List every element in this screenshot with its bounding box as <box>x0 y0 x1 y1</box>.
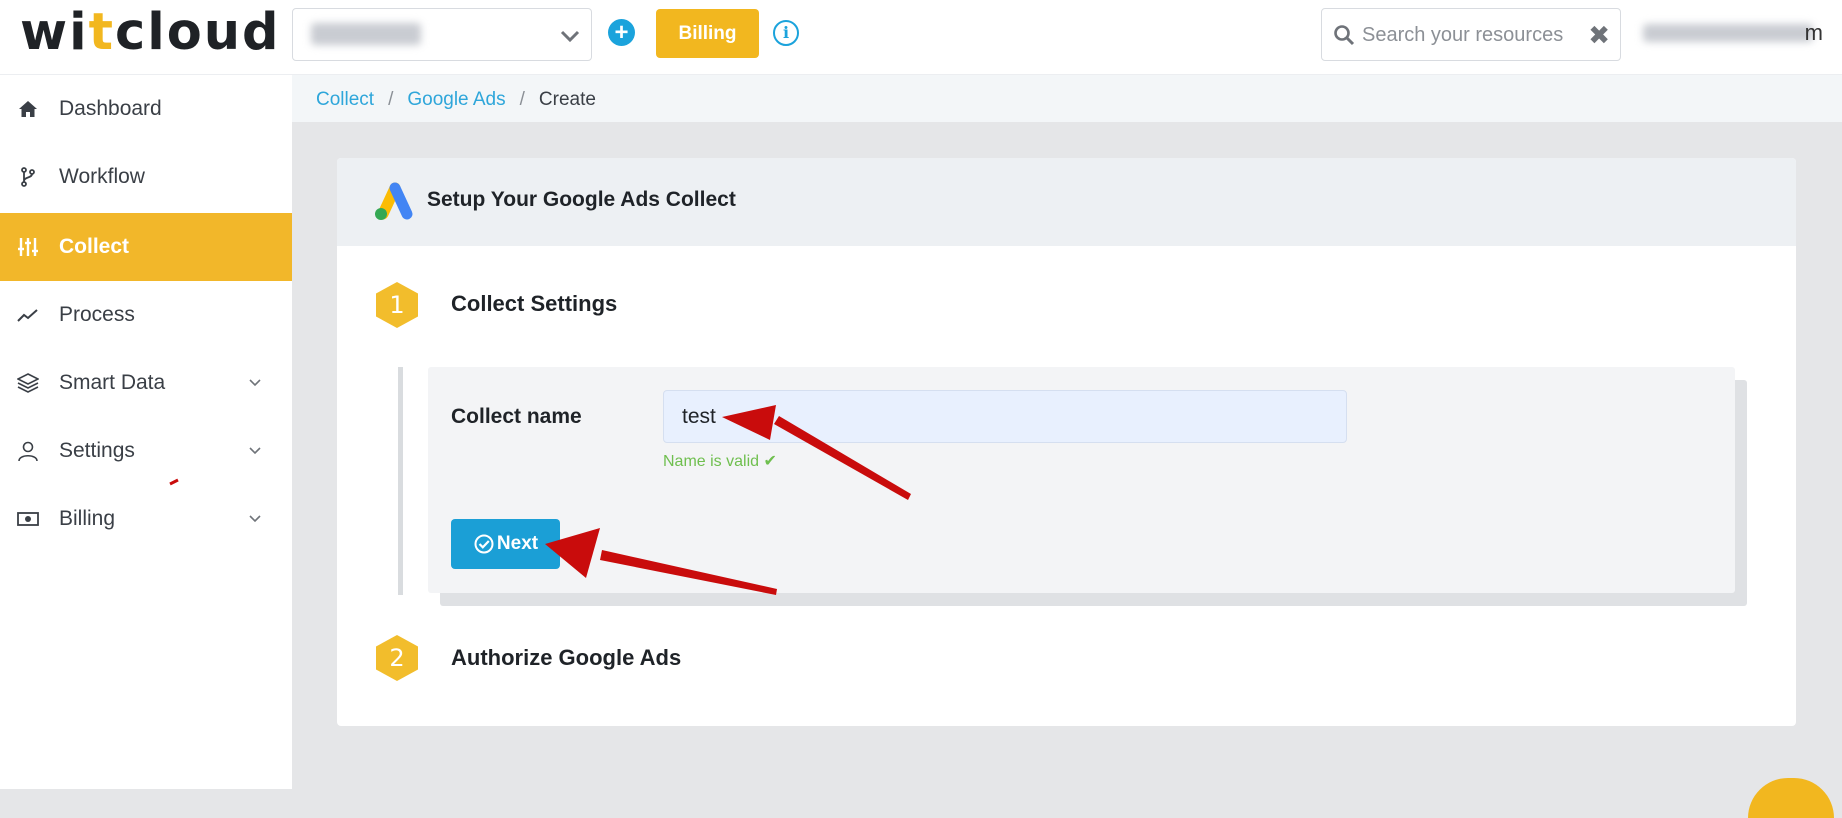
sidebar-item-process[interactable]: Process <box>0 281 292 349</box>
next-button-label: Next <box>496 533 539 554</box>
sidebar-item-collect[interactable]: Collect <box>0 213 292 281</box>
witcloud-logo[interactable]: witcloud <box>20 7 281 58</box>
check-circle-icon <box>474 534 494 554</box>
sidebar-item-label: Smart Data <box>59 371 166 394</box>
chevron-down-icon <box>249 515 261 523</box>
sidebar-item-label: Process <box>59 303 135 326</box>
top-bar: witcloud + Billing i ✖ m <box>0 0 1842 75</box>
chevron-down-icon <box>249 447 261 455</box>
billing-button[interactable]: Billing <box>656 9 759 58</box>
collect-name-label: Collect name <box>451 405 582 428</box>
corner-help-button[interactable] <box>1748 778 1834 818</box>
search-box: ✖ <box>1321 8 1621 61</box>
chevron-down-icon <box>249 379 261 387</box>
sliders-icon <box>18 238 38 256</box>
step-2-title[interactable]: Authorize Google Ads <box>451 645 681 671</box>
card-header: Setup Your Google Ads Collect <box>337 158 1796 246</box>
step-connector-line <box>398 367 403 595</box>
sidebar-item-settings[interactable]: Settings <box>0 417 292 485</box>
breadcrumb: Collect / Google Ads / Create <box>316 89 596 111</box>
chevron-down-icon <box>560 30 580 43</box>
step-2-number: 2 <box>389 644 405 672</box>
sidebar-item-workflow[interactable]: Workflow <box>0 143 292 211</box>
sidebar-item-label: Settings <box>59 439 135 462</box>
search-icon <box>1334 25 1355 46</box>
user-email-redacted <box>1643 24 1813 42</box>
logo-text-accent: t <box>88 3 115 62</box>
add-plus-icon[interactable]: + <box>608 19 635 46</box>
breadcrumb-bar: Collect / Google Ads / Create <box>292 75 1842 122</box>
step-1-badge: 1 <box>375 281 419 329</box>
info-icon[interactable]: i <box>773 20 799 46</box>
step-1-title[interactable]: Collect Settings <box>451 291 617 317</box>
search-input[interactable] <box>1362 19 1577 51</box>
step-2-badge: 2 <box>375 634 419 682</box>
layers-icon <box>17 373 39 393</box>
sidebar-item-label: Dashboard <box>59 97 162 120</box>
breadcrumb-separator: / <box>519 89 525 110</box>
logo-text-end: cloud <box>115 3 281 62</box>
sidebar-item-dashboard[interactable]: Dashboard <box>0 75 292 143</box>
breadcrumb-google-ads-link[interactable]: Google Ads <box>407 89 505 111</box>
step-1-number: 1 <box>389 291 405 319</box>
google-ads-logo-icon <box>375 182 413 220</box>
breadcrumb-current: Create <box>538 89 596 110</box>
sidebar-item-smart-data[interactable]: Smart Data <box>0 349 292 417</box>
sidebar-item-label: Billing <box>59 507 116 530</box>
logo-text-start: wi <box>20 3 89 62</box>
branch-icon <box>21 167 35 187</box>
name-valid-message: Name is valid ✔ <box>663 453 777 470</box>
next-button[interactable]: Next <box>451 519 560 569</box>
collect-name-input[interactable] <box>663 390 1347 443</box>
sidebar-item-billing[interactable]: Billing <box>0 485 292 553</box>
breadcrumb-collect-link[interactable]: Collect <box>316 89 374 111</box>
chart-line-icon <box>17 309 38 322</box>
user-icon <box>18 441 38 462</box>
sidebar-item-label: Workflow <box>59 165 145 188</box>
breadcrumb-separator: / <box>388 89 394 110</box>
sidebar: Dashboard Workflow Collect Process Smart… <box>0 75 292 789</box>
money-icon <box>17 512 39 526</box>
clear-search-icon[interactable]: ✖ <box>1588 21 1610 49</box>
user-email[interactable]: m <box>1643 20 1823 46</box>
sidebar-item-label: Collect <box>59 235 130 258</box>
card-title: Setup Your Google Ads Collect <box>427 188 736 211</box>
home-icon <box>19 101 37 117</box>
organization-name-redacted <box>311 23 421 45</box>
organization-select[interactable] <box>292 8 592 61</box>
user-email-tail: m <box>1804 20 1823 45</box>
